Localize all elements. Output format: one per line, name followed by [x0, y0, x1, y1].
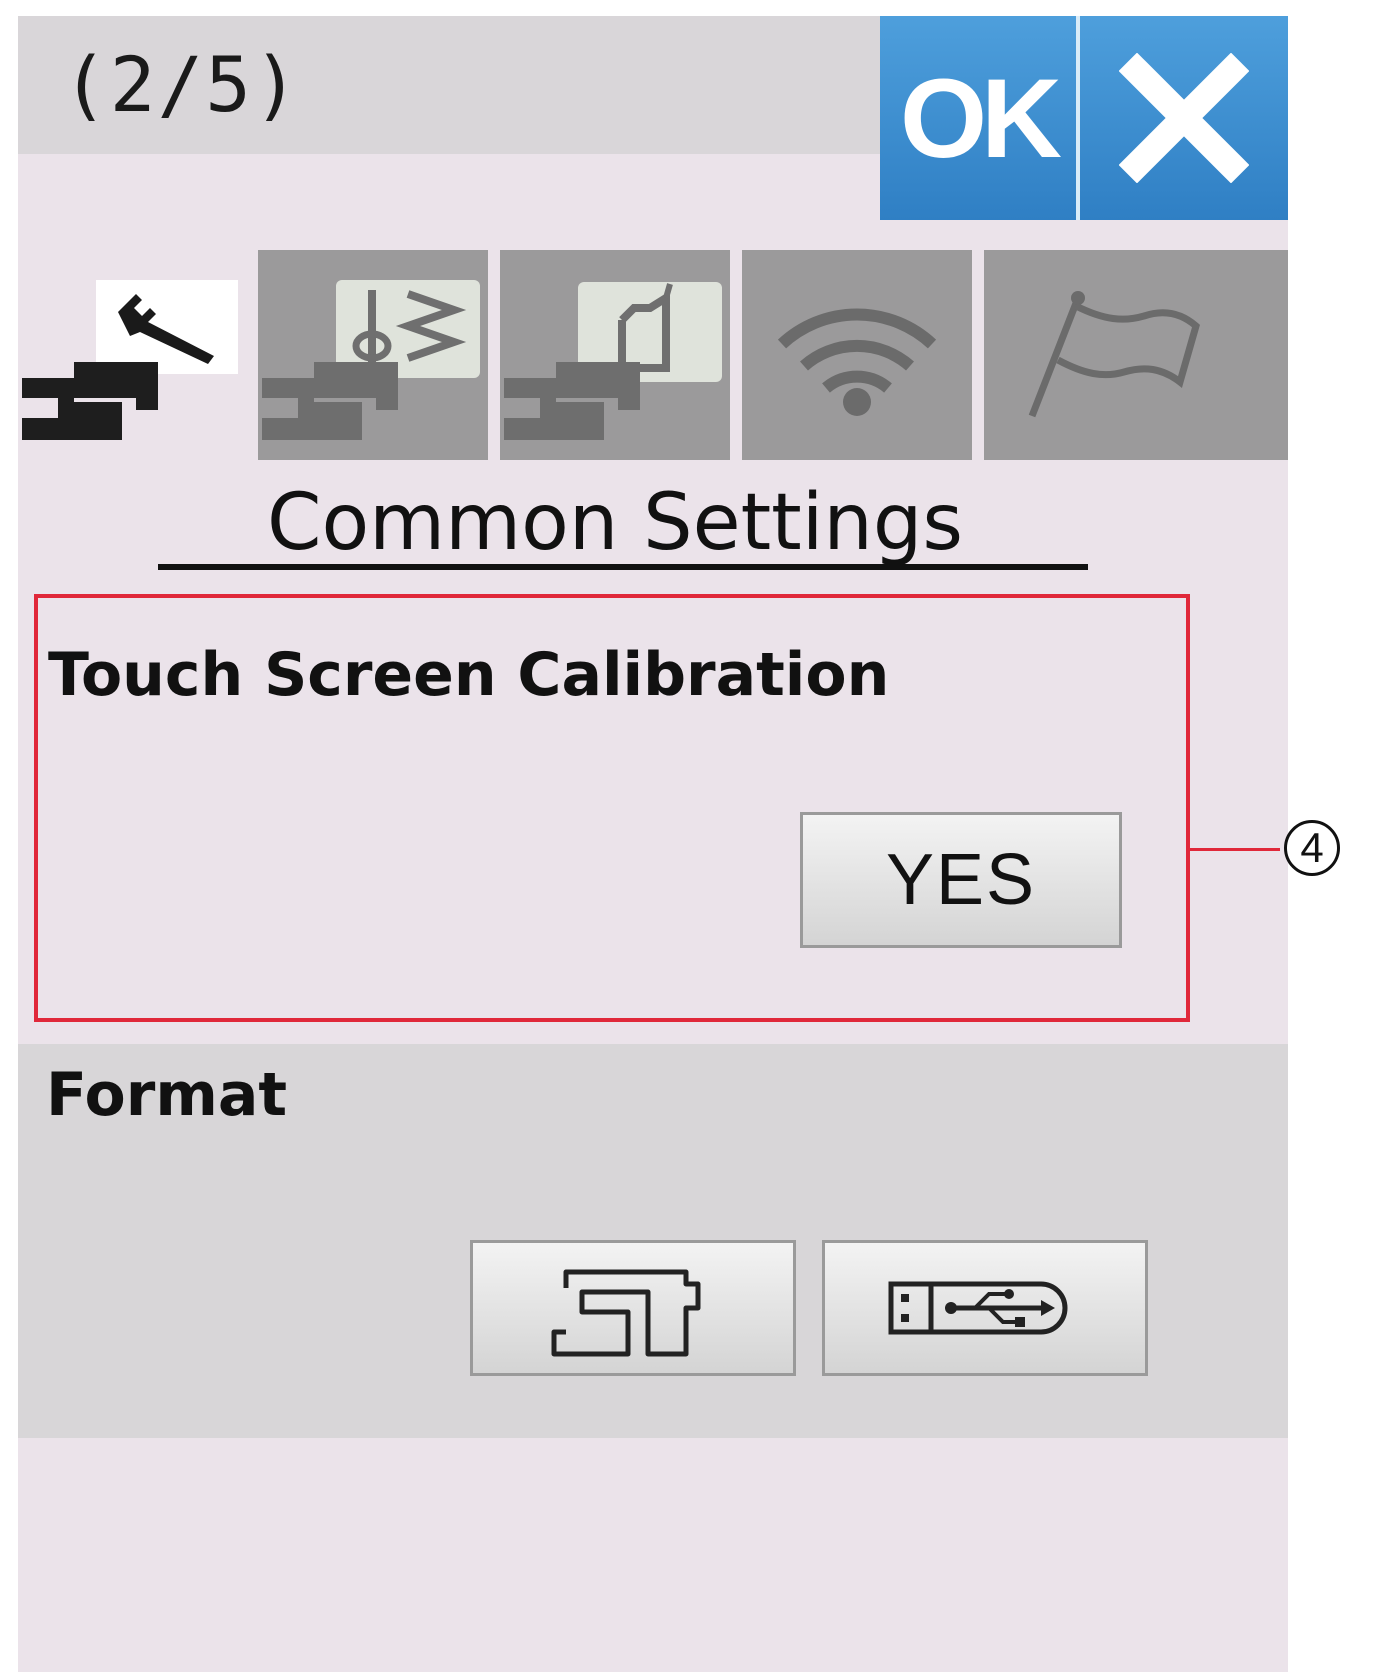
close-icon [1119, 53, 1249, 183]
usb-icon [888, 1281, 1068, 1335]
section-title-underline [158, 564, 1088, 570]
callout-number: 4 [1300, 824, 1324, 871]
settings-tab-bar [18, 250, 1288, 460]
sewing-machine-outline-icon [551, 1269, 701, 1357]
flag-icon [1028, 291, 1200, 418]
tab-sewing-settings[interactable] [258, 250, 488, 460]
tab-wireless-settings[interactable] [742, 250, 972, 460]
wifi-icon [777, 308, 937, 416]
format-usb-button[interactable] [822, 1240, 1148, 1376]
callout-marker: 4 [1284, 820, 1340, 876]
tab-embroidery-settings[interactable] [500, 250, 730, 460]
tab-language-settings[interactable] [984, 250, 1288, 460]
callout-leader-line [1190, 848, 1280, 851]
sewing-machine-stitch-icon [262, 280, 480, 440]
ok-button[interactable]: OK [880, 16, 1076, 220]
calibration-yes-button[interactable]: YES [800, 812, 1122, 948]
page-indicator: (2/5) [62, 40, 301, 129]
tab-common-settings[interactable] [18, 250, 254, 460]
format-machine-memory-button[interactable] [470, 1240, 796, 1376]
touch-screen-calibration-label: Touch Screen Calibration [48, 640, 890, 710]
sewing-machine-wrench-icon [22, 280, 238, 440]
sewing-machine-hoop-icon [504, 282, 722, 440]
close-button[interactable] [1080, 16, 1288, 220]
section-title: Common Settings [266, 478, 964, 568]
format-label: Format [46, 1060, 288, 1130]
